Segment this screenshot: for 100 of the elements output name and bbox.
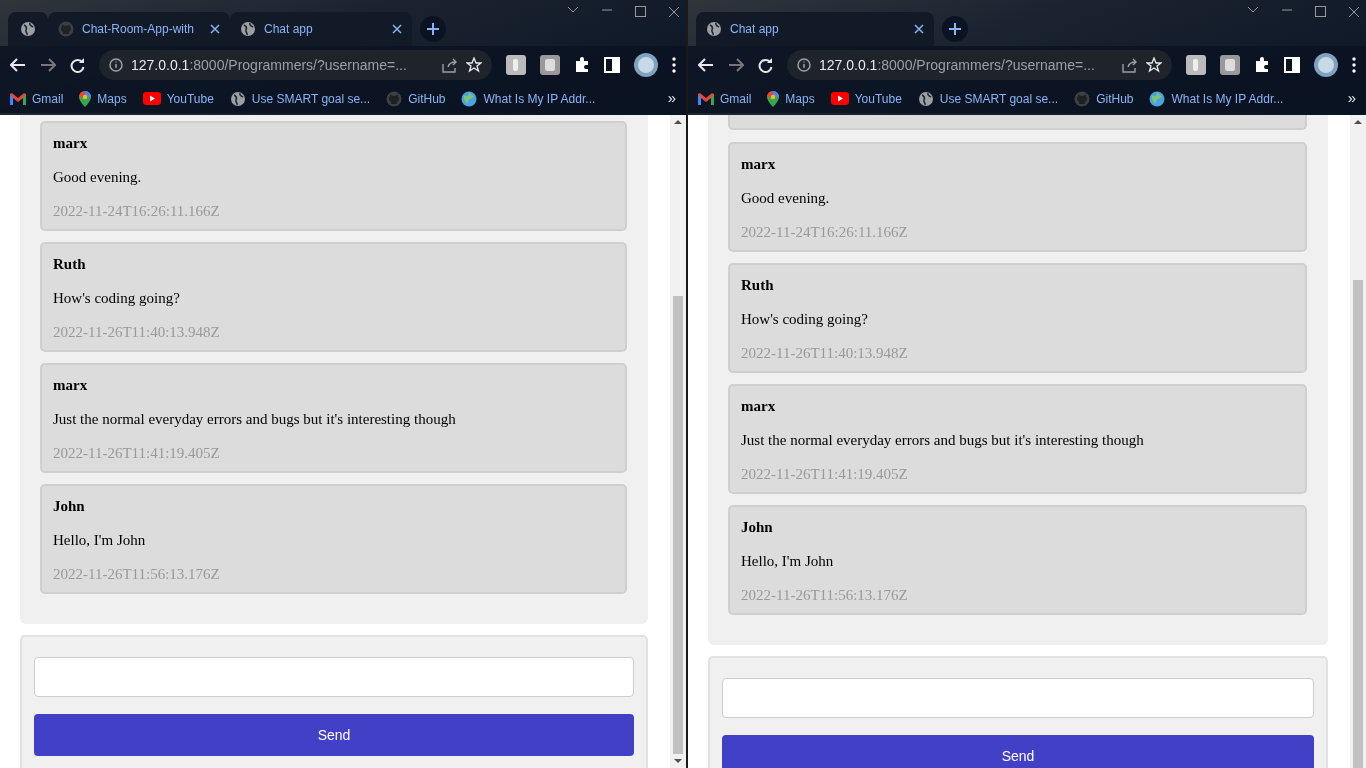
map-pin-icon xyxy=(79,90,92,107)
address-bar[interactable]: 127.0.0.1:8000/Programmers/?username=... xyxy=(99,50,492,80)
message-text: Just the normal everyday errors and bugs but it's interesting though xyxy=(741,431,1145,450)
octocat-icon xyxy=(386,90,403,107)
close-icon[interactable] xyxy=(914,24,924,34)
username: John xyxy=(741,518,774,537)
star-icon[interactable] xyxy=(1146,57,1162,73)
puzzle-icon[interactable] xyxy=(1254,57,1270,73)
globe-icon xyxy=(706,21,722,37)
puzzle-icon[interactable] xyxy=(574,57,590,73)
username: Ruth xyxy=(741,276,775,295)
timestamp: 2022-11-26T11:41:19.405Z xyxy=(741,465,909,484)
maximize-icon[interactable] xyxy=(635,6,646,18)
bookmark-link[interactable]: What Is My IP Addr... xyxy=(483,89,596,108)
message-text: Just the normal everyday errors and bugs but it's interesting though xyxy=(53,410,457,429)
globe-icon xyxy=(240,21,256,37)
username: Ruth xyxy=(53,255,87,274)
more-icon[interactable] xyxy=(1352,57,1356,73)
bookmark-link[interactable]: GitHub xyxy=(408,89,446,108)
timestamp: 2022-11-26T11:40:13.948Z xyxy=(741,344,909,363)
timestamp: 2022-11-26T11:56:13.176Z xyxy=(53,565,221,584)
close-icon[interactable] xyxy=(1348,6,1360,18)
extension-icon[interactable] xyxy=(506,55,526,75)
timestamp: 2022-11-24T16:26:11.166Z xyxy=(741,223,909,242)
side-panel-icon[interactable] xyxy=(1284,57,1300,73)
bookmark-link[interactable]: YouTube xyxy=(854,89,902,108)
globe-icon xyxy=(917,90,934,107)
scrollbar-thumb[interactable] xyxy=(1353,280,1363,768)
bookmark-link[interactable]: What Is My IP Addr... xyxy=(1171,89,1284,108)
bookmark-link[interactable]: Gmail xyxy=(32,89,64,108)
timestamp: 2022-11-26T11:56:13.176Z xyxy=(741,586,909,605)
reload-icon[interactable] xyxy=(70,57,85,73)
message-text: Good evening. xyxy=(741,189,831,208)
bookmark-link[interactable]: Maps xyxy=(785,89,815,108)
mail-icon xyxy=(10,92,26,105)
side-panel-icon[interactable] xyxy=(604,57,620,73)
map-pin-icon xyxy=(767,90,780,107)
message-text: Hello, I'm John xyxy=(53,531,147,550)
globe-icon xyxy=(229,90,246,107)
message-text: How's coding going? xyxy=(53,289,181,308)
address-bar[interactable]: 127.0.0.1:8000/Programmers/?username=... xyxy=(787,50,1172,80)
username: marx xyxy=(741,397,777,416)
username: marx xyxy=(741,155,777,174)
extension-icon[interactable] xyxy=(540,55,560,75)
forward-arrow-icon[interactable] xyxy=(40,58,56,72)
earth-icon xyxy=(1149,90,1166,107)
octocat-icon xyxy=(1074,90,1091,107)
share-icon[interactable] xyxy=(1122,57,1138,73)
bookmark-link[interactable]: GitHub xyxy=(1096,89,1134,108)
timestamp: 2022-11-24T16:26:11.166Z xyxy=(53,202,221,221)
username: John xyxy=(53,497,86,516)
octocat-icon xyxy=(58,21,74,37)
bookmark-link[interactable]: YouTube xyxy=(166,89,214,108)
timestamp: 2022-11-26T11:40:13.948Z xyxy=(53,323,221,342)
message-input[interactable] xyxy=(34,657,634,697)
username: marx xyxy=(53,134,89,153)
play-icon xyxy=(142,92,161,105)
star-icon[interactable] xyxy=(466,57,482,73)
extension-icon[interactable] xyxy=(1186,55,1206,75)
message-text: How's coding going? xyxy=(741,310,869,329)
close-icon[interactable] xyxy=(668,6,680,18)
bookmark-link[interactable]: Gmail xyxy=(720,89,752,108)
close-icon[interactable] xyxy=(210,24,220,34)
bookmark-link[interactable]: Maps xyxy=(97,89,127,108)
overflow-chevron[interactable]: » xyxy=(1347,87,1356,110)
url-text: 127.0.0.1:8000/Programmers/?username=... xyxy=(819,55,1096,75)
extension-icon[interactable] xyxy=(1220,55,1240,75)
send-button[interactable]: Send xyxy=(34,714,634,756)
more-icon[interactable] xyxy=(672,57,676,73)
mail-icon xyxy=(698,92,714,105)
message-text: Good evening. xyxy=(53,168,143,187)
browser-tab[interactable]: Chat app xyxy=(230,12,412,46)
reload-icon[interactable] xyxy=(758,57,773,73)
browser-tab[interactable]: Chat app xyxy=(696,12,934,46)
browser-tab[interactable]: Chat-Room-App-with xyxy=(48,12,230,46)
overflow-chevron[interactable]: » xyxy=(667,87,676,110)
bookmark-link[interactable]: Use SMART goal se... xyxy=(939,89,1059,108)
avatar-icon[interactable] xyxy=(634,53,658,77)
url-text: 127.0.0.1:8000/Programmers/?username=... xyxy=(131,55,408,75)
message-text: Hello, I'm John xyxy=(741,552,835,571)
send-button[interactable]: Send xyxy=(722,735,1314,768)
avatar-icon[interactable] xyxy=(1314,53,1338,77)
forward-arrow-icon[interactable] xyxy=(728,58,744,72)
back-arrow-icon[interactable] xyxy=(698,58,714,72)
back-arrow-icon[interactable] xyxy=(10,58,26,72)
play-icon xyxy=(830,92,849,105)
timestamp: 2022-11-26T11:41:19.405Z xyxy=(53,444,221,463)
maximize-icon[interactable] xyxy=(1315,6,1326,18)
new-tab-icon[interactable] xyxy=(942,16,968,42)
close-icon[interactable] xyxy=(392,24,402,34)
username: marx xyxy=(53,376,89,395)
earth-icon xyxy=(461,90,478,107)
info-icon xyxy=(797,58,811,72)
new-tab-icon[interactable] xyxy=(420,16,446,42)
message-input[interactable] xyxy=(722,678,1314,718)
bookmark-link[interactable]: Use SMART goal se... xyxy=(251,89,371,108)
info-icon xyxy=(109,58,123,72)
globe-icon xyxy=(20,21,36,37)
share-icon[interactable] xyxy=(442,57,458,73)
scrollbar-thumb[interactable] xyxy=(673,296,683,754)
